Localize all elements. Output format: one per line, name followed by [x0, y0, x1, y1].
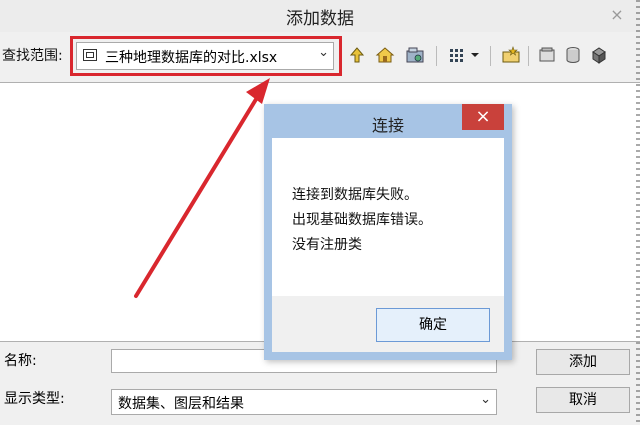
chevron-down-icon[interactable]: ⌄ [480, 392, 491, 407]
dialog-message: 连接到数据库失败。 [292, 187, 418, 203]
connect-folder-icon[interactable] [404, 44, 426, 66]
dialog-message: 没有注册类 [292, 237, 362, 253]
toolbar-separator [436, 46, 437, 66]
window-title: 添加数据 [286, 9, 354, 29]
toolbar-separator [528, 46, 529, 66]
look-in-value: 三种地理数据库的对比.xlsx [105, 50, 278, 66]
dialog-message: 出现基础数据库错误。 [292, 212, 432, 228]
dialog-close-icon[interactable]: × [462, 104, 504, 130]
add-button[interactable]: 添加 [536, 349, 630, 375]
window-edge [636, 0, 640, 425]
window-titlebar: 添加数据 × [0, 0, 640, 32]
show-type-combo[interactable]: 数据集、图层和结果 ⌄ [111, 389, 497, 415]
cancel-button[interactable]: 取消 [536, 387, 630, 413]
view-dropdown-icon[interactable] [468, 44, 482, 66]
add-data-window: 添加数据 × 查找范围: 三种地理数据库的对比.xlsx ⌄ 名称: 添加 显示… [0, 0, 640, 425]
catalog-icon[interactable] [536, 44, 558, 66]
chevron-down-icon[interactable]: ⌄ [318, 45, 329, 60]
toolbar-separator [490, 46, 491, 66]
spreadsheet-file-icon [83, 49, 97, 61]
show-type-value: 数据集、图层和结果 [118, 396, 244, 412]
view-toggle-icon[interactable] [446, 44, 468, 66]
show-type-label: 显示类型: [4, 391, 65, 407]
toolbar [344, 44, 640, 72]
window-close-icon[interactable]: × [608, 6, 626, 24]
up-one-level-icon[interactable] [346, 44, 368, 66]
name-label: 名称: [4, 353, 37, 369]
look-in-combo[interactable]: 三种地理数据库的对比.xlsx ⌄ [76, 42, 334, 70]
connection-error-dialog: 连接 × 连接到数据库失败。 出现基础数据库错误。 没有注册类 确定 [264, 104, 512, 360]
new-geodatabase-icon[interactable] [500, 44, 522, 66]
server-icon[interactable] [588, 44, 610, 66]
look-in-label: 查找范围: [2, 48, 63, 64]
ok-button[interactable]: 确定 [376, 308, 490, 342]
database-icon[interactable] [562, 44, 584, 66]
dialog-body: 连接到数据库失败。 出现基础数据库错误。 没有注册类 确定 [272, 138, 504, 352]
home-icon[interactable] [374, 44, 396, 66]
